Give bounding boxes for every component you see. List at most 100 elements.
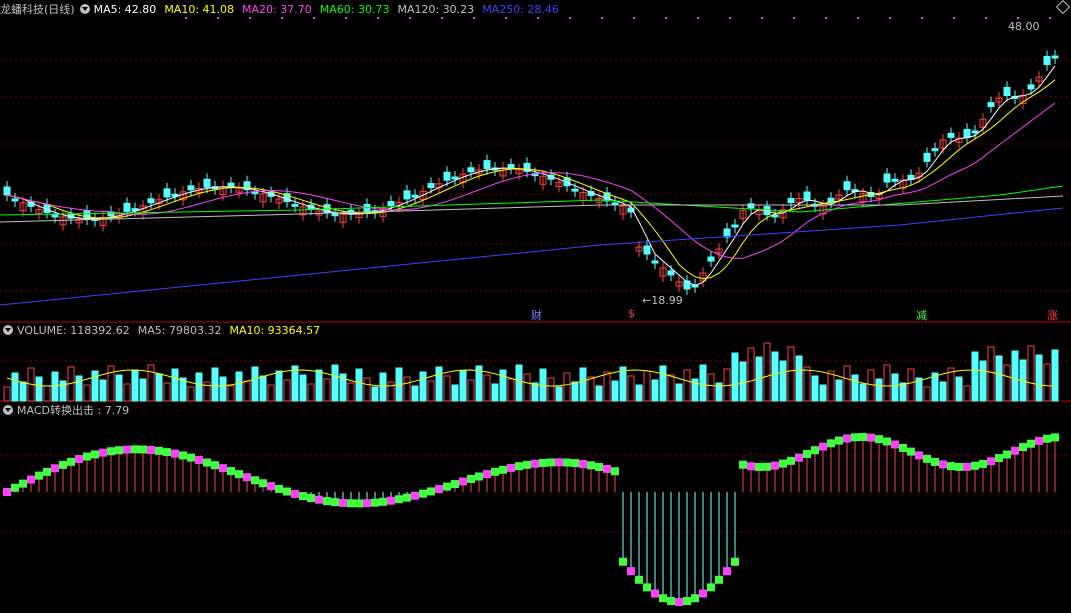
macd-signal-block	[1011, 446, 1019, 455]
candle-body	[963, 128, 971, 138]
candle-body	[163, 188, 171, 198]
macd-signal-block	[971, 461, 979, 470]
candle-body	[187, 185, 195, 191]
event-finance-marker[interactable]: 财	[531, 307, 542, 323]
volume-bar	[315, 369, 323, 402]
volume-bar	[443, 375, 451, 402]
volume-bar	[283, 379, 291, 402]
volume-bar	[787, 346, 795, 402]
volume-bar	[891, 373, 899, 402]
candle-body	[451, 176, 459, 180]
event-dividend-marker[interactable]: $	[628, 307, 635, 320]
top-marker-dot	[281, 17, 283, 19]
macd-signal-block	[163, 448, 171, 457]
macd-signal-block	[435, 485, 443, 494]
macd-signal-block	[539, 458, 547, 467]
volume-bar	[603, 371, 611, 402]
candle-body	[387, 201, 395, 207]
macd-signal-block	[275, 484, 283, 493]
volume-bar	[259, 375, 267, 402]
volume-bar	[275, 370, 283, 402]
macd-signal-block	[467, 474, 475, 483]
macd-signal-block	[675, 598, 683, 606]
volume-bar	[435, 366, 443, 402]
macd-signal-block	[939, 460, 947, 469]
top-marker-dot	[857, 17, 859, 19]
volume-bar	[811, 375, 819, 402]
macd-signal-block	[739, 460, 747, 469]
macd-signal-block	[371, 498, 379, 507]
top-marker-dot	[505, 17, 507, 19]
volume-bar	[99, 379, 107, 402]
volume-bar	[379, 372, 387, 402]
volume-bar	[707, 373, 715, 402]
macd-signal-block	[1003, 450, 1011, 459]
volume-bar	[611, 380, 619, 402]
macd-signal-block	[1019, 443, 1027, 452]
macd-signal-block	[987, 457, 995, 466]
volume-bar	[59, 380, 67, 402]
top-marker-dot	[889, 17, 891, 19]
volume-bar	[363, 377, 371, 402]
volume-bar	[771, 351, 779, 402]
volume-bar	[955, 376, 963, 402]
volume-bar	[571, 381, 579, 402]
candle-body	[443, 171, 451, 181]
volume-bar	[235, 371, 243, 402]
volume-bar	[907, 368, 915, 402]
volume-bar	[779, 360, 787, 402]
macd-signal-block	[1035, 436, 1043, 445]
macd-signal-block	[611, 467, 619, 476]
macd-signal-block	[899, 443, 907, 452]
volume-bar	[83, 384, 91, 402]
macd-signal-block	[931, 457, 939, 466]
macd-signal-block	[587, 461, 595, 470]
ma250-line	[0, 207, 1064, 306]
top-marker-dot	[697, 17, 699, 19]
volume-bar	[195, 372, 203, 402]
event-reduce-marker[interactable]: 减	[916, 307, 927, 323]
volume-header: VOLUME: 118392.62 MA5: 79803.32 MA10: 93…	[0, 323, 328, 337]
candle-body	[947, 132, 955, 138]
macd-signal-block	[27, 475, 35, 484]
volume-bar	[595, 385, 603, 402]
volume-bar	[523, 373, 531, 402]
volume-bar	[467, 379, 475, 402]
candle-body	[483, 160, 491, 170]
candle-body	[803, 191, 811, 201]
macd-signal-block	[547, 458, 555, 467]
candle-body	[467, 167, 475, 173]
macd-signal-block	[915, 451, 923, 460]
volume-bar	[763, 342, 771, 402]
macd-signal-block	[843, 434, 851, 443]
macd-signal-block	[203, 458, 211, 467]
dropdown-icon[interactable]	[3, 325, 13, 335]
macd-signal-block	[491, 467, 499, 476]
macd-signal-block	[707, 583, 715, 592]
dropdown-icon[interactable]	[3, 405, 13, 415]
top-marker-dot	[985, 17, 987, 19]
volume-bar	[35, 376, 43, 402]
top-marker-dot	[185, 17, 187, 19]
macd-signal-block	[219, 464, 227, 473]
macd-signal-block	[67, 457, 75, 466]
volume-bar	[299, 374, 307, 402]
top-marker-dot	[761, 17, 763, 19]
top-marker-dot	[825, 17, 827, 19]
macd-signal-block	[443, 482, 451, 491]
volume-bar	[267, 384, 275, 402]
candle-body	[363, 203, 371, 213]
top-marker-dot	[1017, 17, 1019, 19]
volume-bar	[227, 385, 235, 402]
volume-bar	[675, 383, 683, 402]
macd-signal-block	[315, 495, 323, 504]
macd-signal-block	[1027, 439, 1035, 448]
volume-bar	[651, 379, 659, 402]
macd-signal-block	[979, 459, 987, 468]
macd-signal-block	[243, 473, 251, 482]
volume-bar	[171, 368, 179, 402]
event-limit-up-marker[interactable]: 涨	[1047, 307, 1058, 323]
volume-bar	[747, 347, 755, 402]
volume-bar	[91, 370, 99, 402]
macd-signal-block	[643, 583, 651, 592]
